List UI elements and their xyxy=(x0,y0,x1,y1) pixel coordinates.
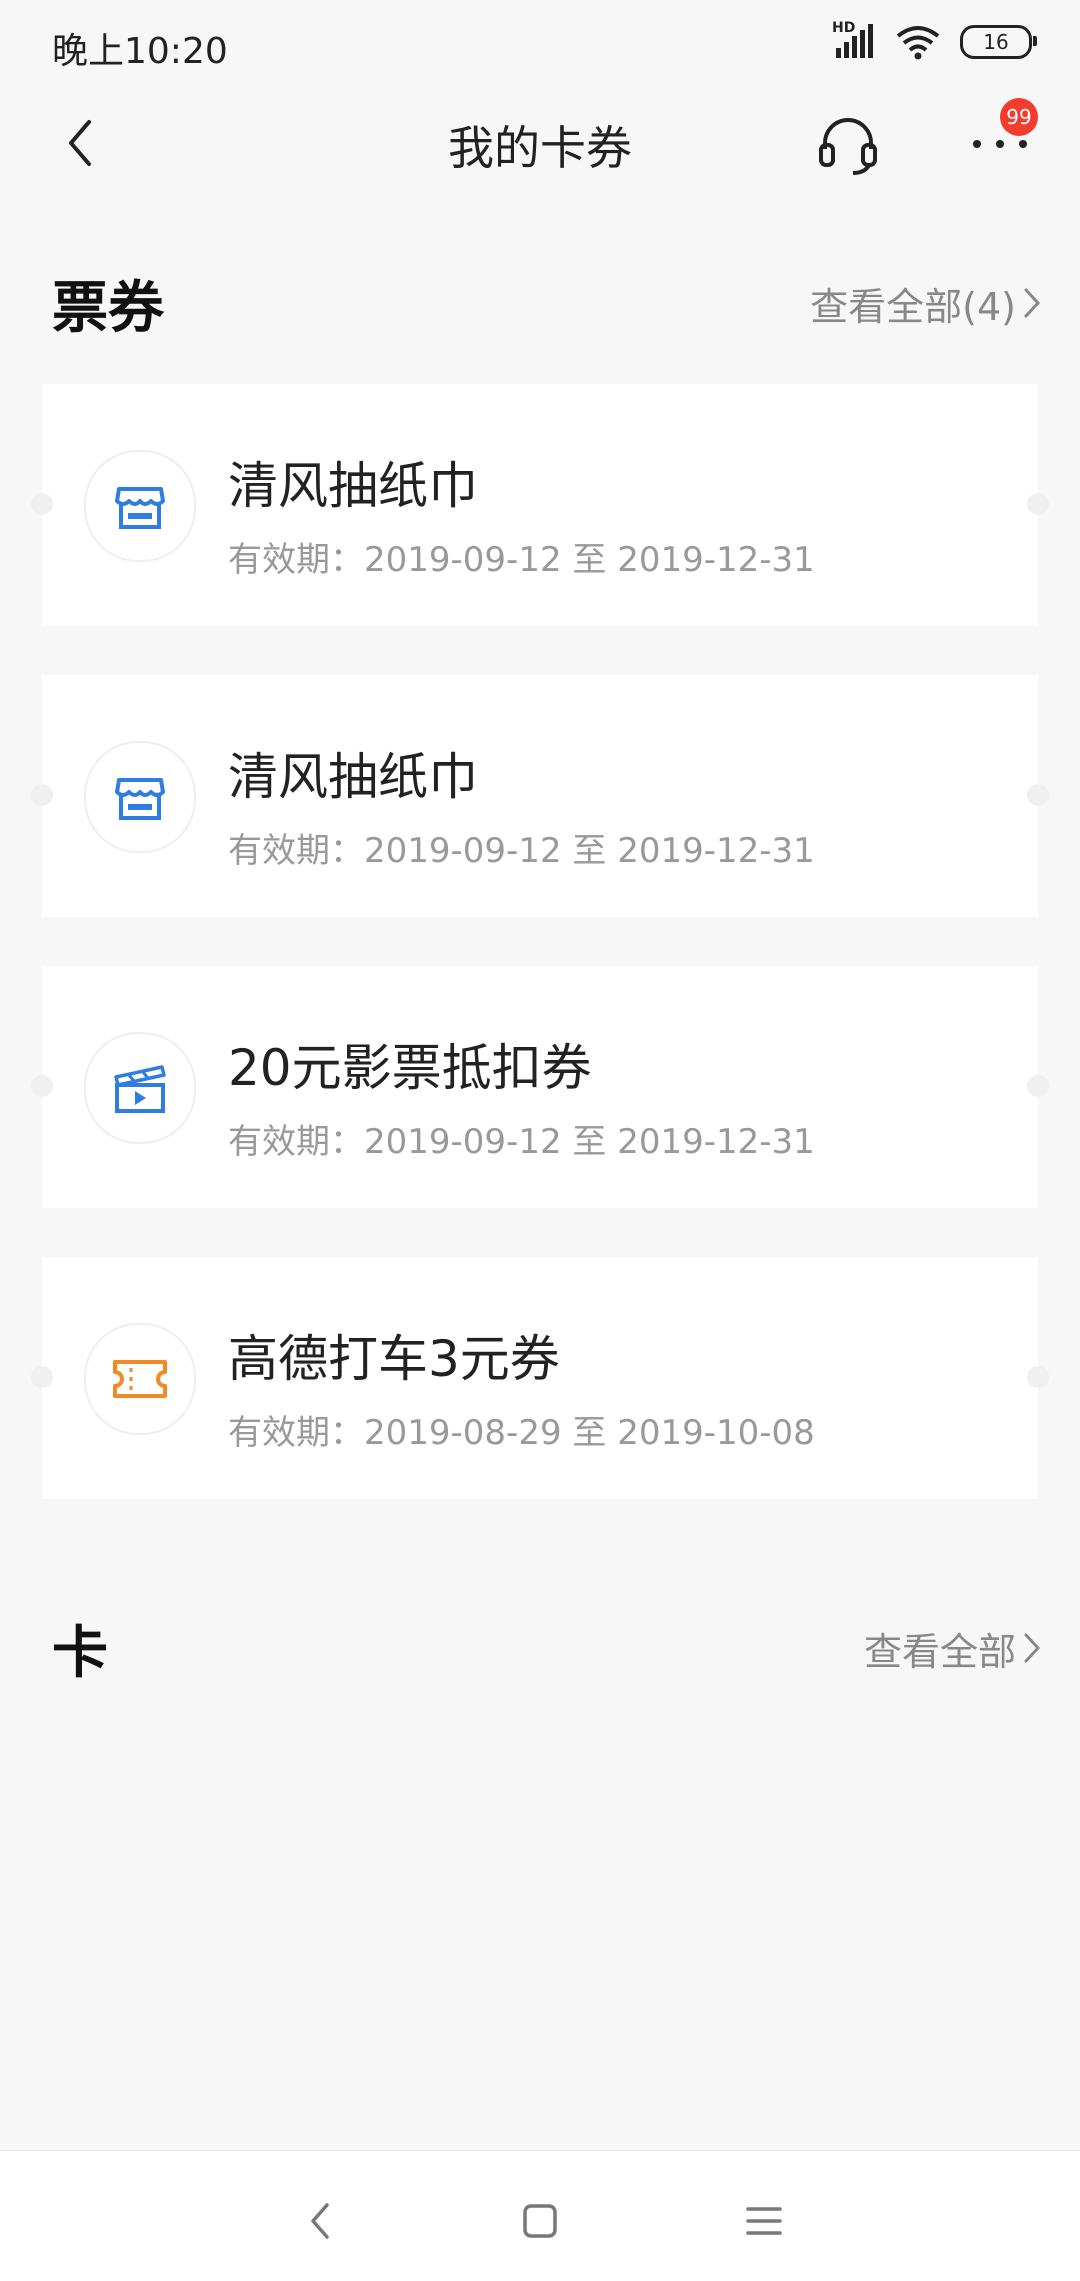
coupon-title: 清风抽纸巾 xyxy=(228,457,478,515)
cards-view-all-label: 查看全部 xyxy=(863,1629,1016,1674)
nav-back-icon xyxy=(311,2203,329,2239)
title-bar: 我的卡券 xyxy=(0,90,1080,200)
wifi-icon xyxy=(896,26,940,60)
chevron-right-icon xyxy=(1024,1633,1041,1663)
tickets-view-all-label: 查看全部(4) xyxy=(810,284,1016,329)
store-icon xyxy=(115,487,165,529)
chevron-right-icon xyxy=(1024,288,1041,318)
nav-back-button[interactable] xyxy=(280,2181,360,2261)
card-notch xyxy=(31,784,53,806)
hd-label: HD xyxy=(832,20,856,36)
coupon-validity: 有效期：2019-09-12 至 2019-12-31 xyxy=(228,540,815,580)
status-icons: HD 16 xyxy=(832,20,1037,60)
notification-badge: 99 xyxy=(1000,98,1038,136)
nav-menu-button[interactable] xyxy=(724,2181,804,2261)
ticket-icon xyxy=(113,1360,167,1398)
card-notch xyxy=(31,1075,53,1097)
status-bar: 晚上10:20 HD 16 xyxy=(0,0,1080,90)
coupon-card[interactable]: 高德打车3元券 有效期：2019-08-29 至 2019-10-08 xyxy=(31,1257,1049,1499)
coupon-title: 20元影票抵扣券 xyxy=(228,1039,592,1097)
status-time: 晚上10:20 xyxy=(52,31,228,72)
coupon-card[interactable]: 清风抽纸巾 有效期：2019-09-12 至 2019-12-31 xyxy=(31,675,1049,917)
coupon-title: 高德打车3元券 xyxy=(228,1330,560,1388)
coupon-card[interactable]: 20元影票抵扣券 有效期：2019-09-12 至 2019-12-31 xyxy=(31,966,1049,1208)
coupon-validity: 有效期：2019-09-12 至 2019-12-31 xyxy=(228,831,815,871)
nav-menu-icon xyxy=(746,2207,782,2235)
card-notch xyxy=(1027,784,1049,806)
card-notch xyxy=(31,493,53,515)
card-notch xyxy=(1027,493,1049,515)
coupon-icon-wrap xyxy=(84,741,196,853)
coupon-title: 清风抽纸巾 xyxy=(228,748,478,806)
system-nav-bar xyxy=(0,2150,1080,2281)
headset-icon xyxy=(819,118,877,175)
card-notch xyxy=(1027,1366,1049,1388)
coupon-card[interactable]: 清风抽纸巾 有效期：2019-09-12 至 2019-12-31 xyxy=(31,384,1049,626)
coupon-icon-wrap xyxy=(84,1032,196,1144)
coupon-icon-wrap xyxy=(84,1323,196,1435)
battery-level: 16 xyxy=(983,30,1009,54)
tickets-section-header: 票券 查看全部(4) xyxy=(52,258,1042,348)
movie-icon xyxy=(114,1065,166,1113)
more-dots-icon xyxy=(973,140,1027,148)
cards-section-header: 卡 查看全部 xyxy=(52,1603,1042,1693)
card-notch xyxy=(31,1366,53,1388)
coupon-validity: 有效期：2019-08-29 至 2019-10-08 xyxy=(228,1413,815,1453)
cards-view-all-link[interactable]: 查看全部 xyxy=(864,1621,1042,1676)
card-notch xyxy=(1027,1075,1049,1097)
store-icon xyxy=(115,778,165,820)
tickets-section-title: 票券 xyxy=(52,275,164,341)
page-title: 我的卡券 xyxy=(448,121,632,175)
nav-home-button[interactable] xyxy=(500,2181,580,2261)
nav-home-icon xyxy=(523,2204,557,2238)
tickets-view-all-link[interactable]: 查看全部(4) xyxy=(810,276,1042,331)
cards-section-title: 卡 xyxy=(52,1620,108,1686)
customer-service-button[interactable] xyxy=(808,104,888,184)
coupon-validity: 有效期：2019-09-12 至 2019-12-31 xyxy=(228,1122,815,1162)
coupon-icon-wrap xyxy=(84,450,196,562)
signal-icon: HD xyxy=(832,20,876,60)
battery-icon: 16 xyxy=(960,25,1037,59)
